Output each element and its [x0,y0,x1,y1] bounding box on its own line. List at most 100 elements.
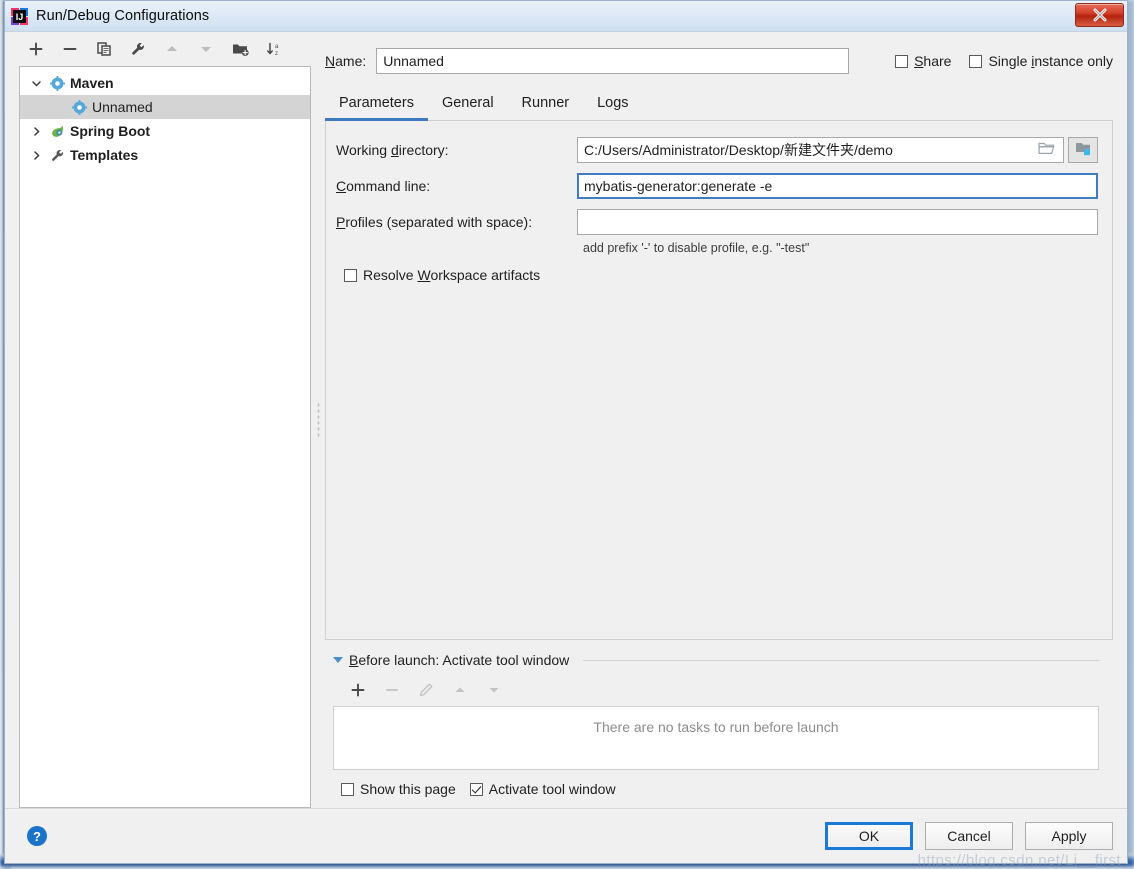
tab-label: General [441,95,494,111]
tree-node-templates[interactable]: Templates [20,143,310,167]
tree-node-maven[interactable]: Maven [20,71,310,95]
remove-task-button[interactable] [375,677,409,703]
dialog-body: a z Maven Unnamed Spring Boot Templates … [5,32,1127,869]
configuration-editor-pane: Name: Share Single instance only [325,32,1127,808]
sort-alphabetically-button[interactable]: a z [257,35,291,63]
run-debug-configurations-dialog: IJ Run/Debug Configurations a z Maven Un… [4,0,1128,869]
dialog-footer: ? OK Cancel Apply https://blog.csdn.net/… [5,808,1127,869]
profiles-input[interactable] [577,209,1098,235]
tree-node-unnamed[interactable]: Unnamed [20,95,310,119]
name-label: Name: [325,53,367,69]
command-line-label: Command line: [336,178,431,194]
tab-logs[interactable]: Logs [583,86,642,120]
close-window-button[interactable] [1075,3,1124,27]
before-launch-section: Before launch: Activate tool window Ther… [325,640,1113,808]
question-mark-icon: ? [33,828,41,844]
configurations-pane: a z Maven Unnamed Spring Boot Templates [5,32,311,808]
name-input[interactable] [376,48,850,74]
before-launch-header: Before launch: Activate tool window [333,646,1099,674]
wrench-icon [46,148,68,163]
working-directory-input[interactable] [577,137,1030,163]
tree-toolbar: a z [19,32,311,66]
insert-macro-button[interactable] [1068,137,1098,163]
resolve-workspace-artifacts-checkbox[interactable]: Resolve Workspace artifacts [344,267,540,283]
splitter-grip-icon [316,402,320,438]
move-up-button[interactable] [155,35,189,63]
collapse-triangle-icon[interactable] [333,657,343,663]
checkbox-box[interactable] [969,54,983,68]
svg-text:z: z [275,51,278,57]
edit-task-button[interactable] [409,677,443,703]
checkbox-box[interactable] [341,782,354,796]
show-this-page-checkbox[interactable]: Show this page [341,781,456,797]
spring-leaf-icon [46,124,68,139]
command-line-input[interactable] [577,173,1098,199]
svg-text:IJ: IJ [16,12,24,22]
cancel-button[interactable]: Cancel [925,822,1013,850]
edit-templates-button[interactable] [121,35,155,63]
tree-node-label: Spring Boot [70,123,151,139]
launch-options-row: Show this page Activate tool window [333,770,1099,808]
browse-folder-button[interactable] [1030,137,1064,163]
dialog-title: Run/Debug Configurations [36,8,210,24]
show-this-page-label: Show this page [360,781,456,797]
svg-text:a: a [275,44,279,50]
intellij-idea-logo-icon: IJ [11,7,28,25]
before-launch-toolbar [333,674,1099,706]
move-task-up-button[interactable] [443,677,477,703]
module-folder-icon [1075,141,1092,159]
profiles-hint-text: add prefix '-' to disable profile, e.g. … [583,241,810,255]
tab-runner[interactable]: Runner [508,86,584,120]
checkbox-box[interactable] [895,54,909,68]
before-launch-title: Before launch: Activate tool window [349,652,570,668]
checkbox-box[interactable] [344,268,357,282]
single-instance-label: Single instance only [988,53,1113,69]
move-down-button[interactable] [189,35,223,63]
header-divider [583,659,1099,661]
tree-node-spring-boot[interactable]: Spring Boot [20,119,310,143]
tree-node-label: Unnamed [92,99,153,115]
profiles-label: Profiles (separated with space): [336,214,533,230]
main-area: a z Maven Unnamed Spring Boot Templates … [5,32,1127,808]
checkbox-box[interactable] [469,782,483,796]
configurations-tree[interactable]: Maven Unnamed Spring Boot Templates [19,66,311,808]
tab-parameters[interactable]: Parameters [325,86,428,121]
add-task-button[interactable] [341,677,375,703]
profiles-row: Profiles (separated with space): [334,209,1098,235]
tab-label: Parameters [339,95,414,111]
share-checkbox[interactable]: Share [895,53,951,69]
command-line-row: Command line: [334,173,1098,199]
tab-label: Runner [521,95,570,111]
editor-tabs: Parameters General Runner Logs [325,84,1113,121]
dialog-buttons: OK Cancel Apply [825,822,1113,850]
name-row: Name: Share Single instance only [325,44,1113,78]
activate-tool-window-checkbox[interactable]: Activate tool window [469,781,616,797]
tree-node-label: Maven [70,75,114,91]
tab-general[interactable]: General [428,86,508,120]
resolve-workspace-artifacts-label: Resolve Workspace artifacts [363,267,541,283]
ok-button[interactable]: OK [825,822,913,850]
working-directory-label: Working directory: [336,142,449,158]
share-options: Share Single instance only [895,53,1113,69]
chevron-down-icon[interactable] [26,78,46,89]
tree-node-label: Templates [70,147,139,163]
resolve-workspace-row: Resolve Workspace artifacts [334,267,1098,283]
before-launch-task-list[interactable]: There are no tasks to run before launch [333,706,1099,770]
share-label: Share [914,53,952,69]
move-task-down-button[interactable] [477,677,511,703]
copy-configuration-button[interactable] [87,35,121,63]
chevron-right-icon[interactable] [26,150,46,161]
apply-button[interactable]: Apply [1025,822,1113,850]
create-folder-button[interactable] [223,35,257,63]
working-directory-control [577,137,1098,163]
remove-configuration-button[interactable] [53,35,87,63]
help-button[interactable]: ? [27,826,47,846]
single-instance-checkbox[interactable]: Single instance only [969,53,1113,69]
parameters-panel: Working directory: C:/Users/Administrato… [325,121,1113,640]
maven-gear-icon [68,99,90,115]
dialog-titlebar: IJ Run/Debug Configurations [5,1,1127,32]
folder-open-icon [1038,141,1055,159]
add-configuration-button[interactable] [19,35,53,63]
chevron-right-icon[interactable] [26,126,46,137]
pane-splitter[interactable] [311,32,325,808]
